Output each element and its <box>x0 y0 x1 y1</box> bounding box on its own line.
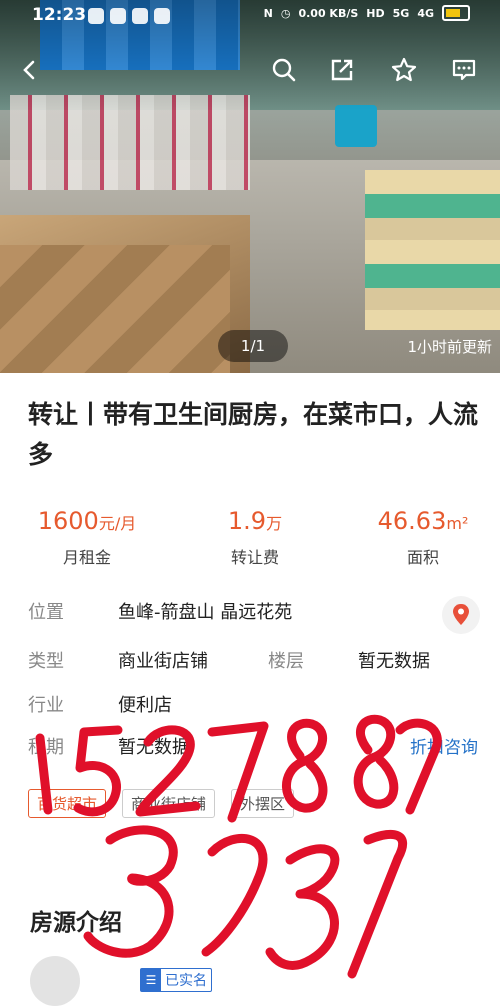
area-value: 46.63 <box>377 507 447 535</box>
tiktok-icon <box>110 8 126 24</box>
industry-value: 便利店 <box>118 695 172 716</box>
hd-icon: HD <box>366 6 385 20</box>
type-label: 类型 <box>28 651 64 672</box>
term-label: 租期 <box>28 737 64 758</box>
nfc-icon: N <box>263 6 273 20</box>
status-right: N ◷ 0.00 KB/S HD 5G 4G <box>264 5 470 21</box>
share-icon[interactable] <box>328 56 356 84</box>
signal-5g: 5G <box>392 6 410 20</box>
tag-item: 百货超市 <box>28 789 107 818</box>
info-term: 租期 暂无数据 <box>28 735 190 761</box>
fee-unit: 万 <box>266 514 283 533</box>
stat-area: 46.63m² 面积 <box>358 505 488 568</box>
location-label: 位置 <box>28 602 64 623</box>
fee-label: 转让费 <box>230 548 279 567</box>
star-icon[interactable] <box>390 56 418 84</box>
key-stats: 1600元/月 月租金 1.9万 转让费 46.63m² 面积 <box>0 505 500 568</box>
weibo-icon <box>132 8 148 24</box>
info-floor: 楼层 暂无数据 <box>268 649 430 675</box>
back-icon[interactable] <box>16 56 44 84</box>
stat-transfer-fee: 1.9万 转让费 <box>200 505 310 568</box>
signal-4g: 4G <box>417 6 434 20</box>
location-value: 鱼峰-箭盘山 晶远花苑 <box>118 602 293 623</box>
term-value: 暂无数据 <box>118 737 190 758</box>
photo-counter: 1/1 <box>218 330 288 362</box>
photo-tissue-packs <box>365 170 500 330</box>
info-location: 位置 鱼峰-箭盘山 晶远花苑 <box>28 600 292 626</box>
status-time: 12:23 <box>32 5 87 25</box>
rent-unit: 元/月 <box>98 514 137 533</box>
message-icon[interactable] <box>450 56 478 84</box>
status-app-icons <box>88 8 170 24</box>
verified-badge: ☰ 已实名 <box>140 968 212 992</box>
floor-label: 楼层 <box>268 651 304 672</box>
status-bar: 12:23 N ◷ 0.00 KB/S HD 5G 4G <box>0 0 500 30</box>
tag-item: 外摆区 <box>231 789 295 818</box>
photo-boxes-front <box>0 245 230 373</box>
verified-label: 已实名 <box>165 973 207 989</box>
type-value: 商业街店铺 <box>118 651 208 672</box>
rent-value: 1600 <box>37 507 99 535</box>
network-speed: 0.00 KB/S <box>298 6 359 20</box>
discount-consult-link[interactable]: 折扣咨询 <box>410 735 478 761</box>
tag-item: 商业街店铺 <box>122 789 216 818</box>
avatar[interactable] <box>30 956 80 1006</box>
top-toolbar <box>0 48 500 92</box>
update-time: 1小时前更新 <box>407 338 492 356</box>
industry-label: 行业 <box>28 695 64 716</box>
wechat-icon <box>88 8 104 24</box>
id-card-icon: ☰ <box>141 969 161 991</box>
stat-rent: 1600元/月 月租金 <box>22 505 152 568</box>
listing-title: 转让丨带有卫生间厨房，在菜市口，人流多 <box>28 400 479 469</box>
info-type: 类型 商业街店铺 <box>28 649 208 675</box>
alarm-icon: ◷ <box>280 6 291 20</box>
map-pin-icon[interactable] <box>442 596 480 634</box>
fee-value: 1.9 <box>227 507 267 535</box>
area-label: 面积 <box>406 548 439 567</box>
area-unit: m² <box>446 514 469 533</box>
floor-value: 暂无数据 <box>358 651 430 672</box>
section-title: 房源介绍 <box>30 910 122 936</box>
tag-list: 百货超市 商业街店铺 外摆区 <box>28 789 295 818</box>
info-industry: 行业 便利店 <box>28 693 172 719</box>
chat-app-icon <box>154 8 170 24</box>
search-icon[interactable] <box>270 56 298 84</box>
battery-icon <box>442 5 470 21</box>
rent-label: 月租金 <box>62 548 111 567</box>
photo-stool <box>335 105 377 147</box>
